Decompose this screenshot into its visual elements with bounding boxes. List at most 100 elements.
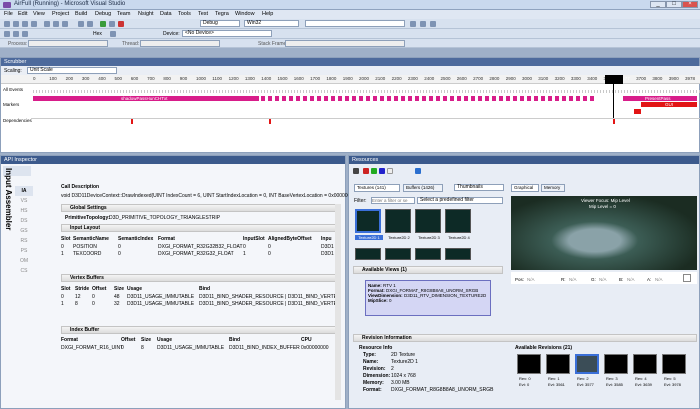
view-icon[interactable]	[353, 168, 359, 174]
marker-tick[interactable]	[527, 96, 531, 101]
table-header[interactable]: Offset	[121, 337, 135, 343]
menu-edit[interactable]: Edit	[18, 11, 27, 17]
step-over-icon[interactable]	[13, 31, 19, 37]
marker-tick[interactable]	[555, 96, 559, 101]
vertex-buffers-header[interactable]: Vertex Buffers	[61, 274, 339, 282]
marker-tick[interactable]	[506, 96, 510, 101]
stage-tab-ds[interactable]: DS	[15, 216, 33, 226]
table-header[interactable]: AlignedByteOffset	[268, 236, 312, 242]
copy-icon[interactable]	[53, 21, 59, 27]
process-combo[interactable]	[28, 40, 108, 47]
cut-icon[interactable]	[44, 21, 50, 27]
marker-tick[interactable]	[583, 96, 587, 101]
table-header[interactable]: Bind	[229, 337, 240, 343]
texture-thumbnail[interactable]	[355, 248, 381, 260]
properties-icon[interactable]	[430, 21, 436, 27]
menu-test[interactable]: Test	[198, 11, 208, 17]
close-icon[interactable]: ×	[682, 1, 698, 8]
undo-icon[interactable]	[78, 21, 84, 27]
marker-tick[interactable]	[478, 96, 482, 101]
table-header[interactable]: Format	[61, 337, 78, 343]
table-header[interactable]: Usage	[157, 337, 172, 343]
texture-thumbnail[interactable]	[415, 209, 441, 233]
marker-tick[interactable]	[401, 96, 405, 101]
marker-tick[interactable]	[352, 96, 356, 101]
index-buffer-header[interactable]: Index Buffer	[61, 326, 339, 334]
revision-thumbnail[interactable]	[604, 354, 628, 374]
thread-combo[interactable]	[140, 40, 220, 47]
breakpoint-icon[interactable]	[110, 31, 116, 37]
texture-thumbnail[interactable]	[355, 209, 381, 233]
step-into-icon[interactable]	[4, 31, 10, 37]
marker-tick[interactable]	[562, 96, 566, 101]
marker-tick[interactable]	[499, 96, 503, 101]
config-combo[interactable]: Debug	[200, 20, 240, 27]
new-project-icon[interactable]	[4, 21, 10, 27]
find-combo[interactable]	[305, 20, 405, 27]
api-scrollbar[interactable]	[335, 204, 341, 400]
stage-tab-rs[interactable]: RS	[15, 236, 33, 246]
menu-build[interactable]: Build	[75, 11, 87, 17]
red-channel-icon[interactable]	[363, 168, 369, 174]
table-header[interactable]: Size	[141, 337, 151, 343]
continue-icon[interactable]	[100, 21, 106, 27]
marker-tick[interactable]	[317, 96, 321, 101]
alpha-channel-icon[interactable]	[387, 168, 393, 174]
marker-tick[interactable]	[345, 96, 349, 101]
stage-tab-ps[interactable]: PS	[15, 246, 33, 256]
revision-thumbnail[interactable]	[517, 354, 541, 374]
menu-file[interactable]: File	[4, 11, 13, 17]
tab-textures[interactable]: Textures (141)	[354, 184, 400, 192]
gui-sub-marker[interactable]	[634, 109, 641, 114]
marker-tick[interactable]	[422, 96, 426, 101]
menu-window[interactable]: Window	[235, 11, 255, 17]
marker-tick[interactable]	[534, 96, 538, 101]
predefined-filter-combo[interactable]: Select a predefined filter	[417, 197, 503, 204]
stage-tab-vs[interactable]: VS	[15, 196, 33, 206]
marker-tick[interactable]	[569, 96, 573, 101]
save-all-icon[interactable]	[31, 21, 37, 27]
menu-help[interactable]: Help	[262, 11, 273, 17]
maximize-icon[interactable]: □	[666, 1, 682, 8]
blue-channel-icon[interactable]	[379, 168, 385, 174]
texture-thumbnail[interactable]	[415, 248, 441, 260]
stack-frame-combo[interactable]	[285, 40, 405, 47]
marker-tick[interactable]	[289, 96, 293, 101]
table-header[interactable]: SemanticIndex	[118, 236, 153, 242]
marker-tick[interactable]	[373, 96, 377, 101]
marker-tick[interactable]	[415, 96, 419, 101]
marker-tick[interactable]	[282, 96, 286, 101]
marker-tick[interactable]	[541, 96, 545, 101]
paste-icon[interactable]	[62, 21, 68, 27]
sort-icon[interactable]	[415, 168, 421, 174]
marker-tick[interactable]	[366, 96, 370, 101]
open-icon[interactable]	[13, 21, 19, 27]
menu-team[interactable]: Team	[117, 11, 130, 17]
marker-tick[interactable]	[576, 96, 580, 101]
redo-icon[interactable]	[87, 21, 93, 27]
marker-tick[interactable]	[324, 96, 328, 101]
dependency-mark[interactable]	[131, 119, 133, 124]
revision-thumbnail[interactable]	[546, 354, 570, 374]
marker-tick[interactable]	[590, 96, 594, 101]
texture-thumbnail[interactable]	[385, 209, 411, 233]
texture-thumbnail[interactable]	[445, 248, 471, 260]
table-header[interactable]: Size	[114, 286, 124, 292]
stage-tab-cs[interactable]: CS	[15, 266, 33, 276]
dependency-mark[interactable]	[613, 119, 615, 124]
marker-tick[interactable]	[380, 96, 384, 101]
table-header[interactable]: Slot	[61, 286, 70, 292]
marker-tick[interactable]	[387, 96, 391, 101]
stage-tab-ia[interactable]: IA	[15, 186, 33, 196]
marker-tick[interactable]	[443, 96, 447, 101]
marker-tick[interactable]	[485, 96, 489, 101]
table-header[interactable]: Format	[158, 236, 175, 242]
marker-tick[interactable]	[331, 96, 335, 101]
view-card[interactable]: Name: RTV 1 Format: DXGI_FORMAT_R8G8B8A8…	[365, 280, 491, 316]
marker-tick[interactable]	[310, 96, 314, 101]
table-header[interactable]: SemanticName	[73, 236, 109, 242]
table-header[interactable]: Bind	[199, 286, 210, 292]
menu-debug[interactable]: Debug	[95, 11, 111, 17]
marker-tick[interactable]	[268, 96, 272, 101]
menu-data[interactable]: Data	[160, 11, 172, 17]
